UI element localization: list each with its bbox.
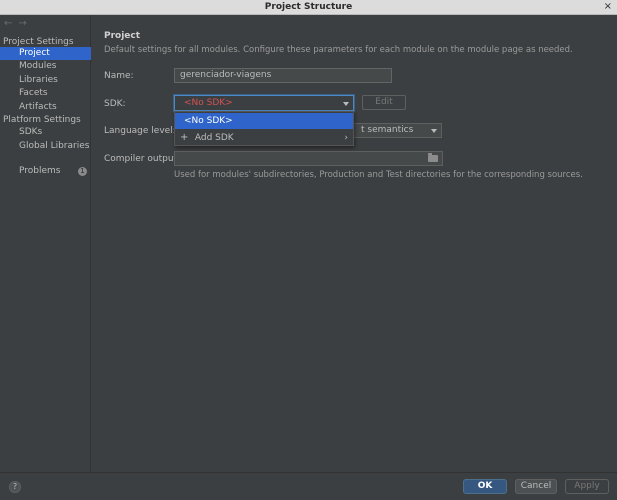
sdk-combobox[interactable]: <No SDK>	[174, 95, 354, 111]
section-description: Default settings for all modules. Config…	[104, 45, 573, 55]
language-level-value: t semantics	[361, 125, 414, 135]
sidebar-item-project[interactable]: Project	[0, 47, 91, 60]
sidebar-item-modules[interactable]: Modules	[0, 60, 91, 73]
dropdown-option-no-sdk[interactable]: <No SDK>	[175, 113, 353, 129]
sidebar: ←→ Project Settings Project Modules Libr…	[0, 15, 91, 472]
sdk-label: SDK:	[104, 99, 126, 109]
forward-arrow-icon[interactable]: →	[18, 18, 32, 29]
language-level-label: Language level:	[104, 126, 176, 136]
window-titlebar: Project Structure ×	[0, 0, 617, 15]
apply-button[interactable]: Apply	[565, 479, 609, 494]
compiler-output-label: Compiler output:	[104, 154, 181, 164]
sidebar-item-facets[interactable]: Facets	[0, 87, 91, 100]
project-settings-header: Project Settings	[3, 37, 74, 47]
sidebar-item-libraries[interactable]: Libraries	[0, 74, 91, 87]
plus-icon: +	[180, 132, 189, 143]
folder-icon[interactable]	[428, 153, 438, 162]
name-label: Name:	[104, 71, 134, 81]
back-arrow-icon[interactable]: ←	[4, 18, 18, 29]
close-icon[interactable]: ×	[604, 0, 612, 13]
compiler-output-input[interactable]	[174, 151, 443, 166]
project-settings-panel: Project Default settings for all modules…	[92, 15, 617, 472]
sidebar-item-sdks[interactable]: SDKs	[0, 126, 91, 139]
add-sdk-label: Add SDK	[194, 133, 234, 143]
window-title: Project Structure	[264, 2, 353, 12]
sidebar-item-global-libraries[interactable]: Global Libraries	[0, 140, 91, 153]
section-title: Project	[104, 31, 141, 41]
nav-arrows: ←→	[4, 18, 33, 29]
help-icon[interactable]: ?	[9, 481, 21, 493]
problems-label: Problems	[19, 166, 61, 176]
chevron-down-icon	[431, 129, 437, 133]
sidebar-item-artifacts[interactable]: Artifacts	[0, 101, 91, 114]
project-name-input[interactable]: gerenciador-viagens	[174, 68, 392, 83]
sidebar-item-problems[interactable]: Problems 1	[0, 165, 91, 178]
sdk-value: <No SDK>	[184, 98, 233, 108]
edit-sdk-button[interactable]: Edit	[362, 95, 406, 110]
chevron-down-icon	[343, 102, 349, 106]
platform-settings-header: Platform Settings	[3, 115, 81, 125]
problems-count-badge: 1	[78, 167, 87, 176]
compiler-output-hint: Used for modules' subdirectories, Produc…	[174, 170, 583, 180]
chevron-right-icon: ›	[344, 133, 348, 143]
cancel-button[interactable]: Cancel	[515, 479, 557, 494]
ok-button[interactable]: OK	[463, 479, 507, 494]
dropdown-option-add-sdk[interactable]: + Add SDK ›	[175, 130, 353, 146]
sdk-dropdown-popup: <No SDK> + Add SDK ›	[174, 111, 354, 146]
dialog-footer: ? OK Cancel Apply	[0, 472, 617, 500]
